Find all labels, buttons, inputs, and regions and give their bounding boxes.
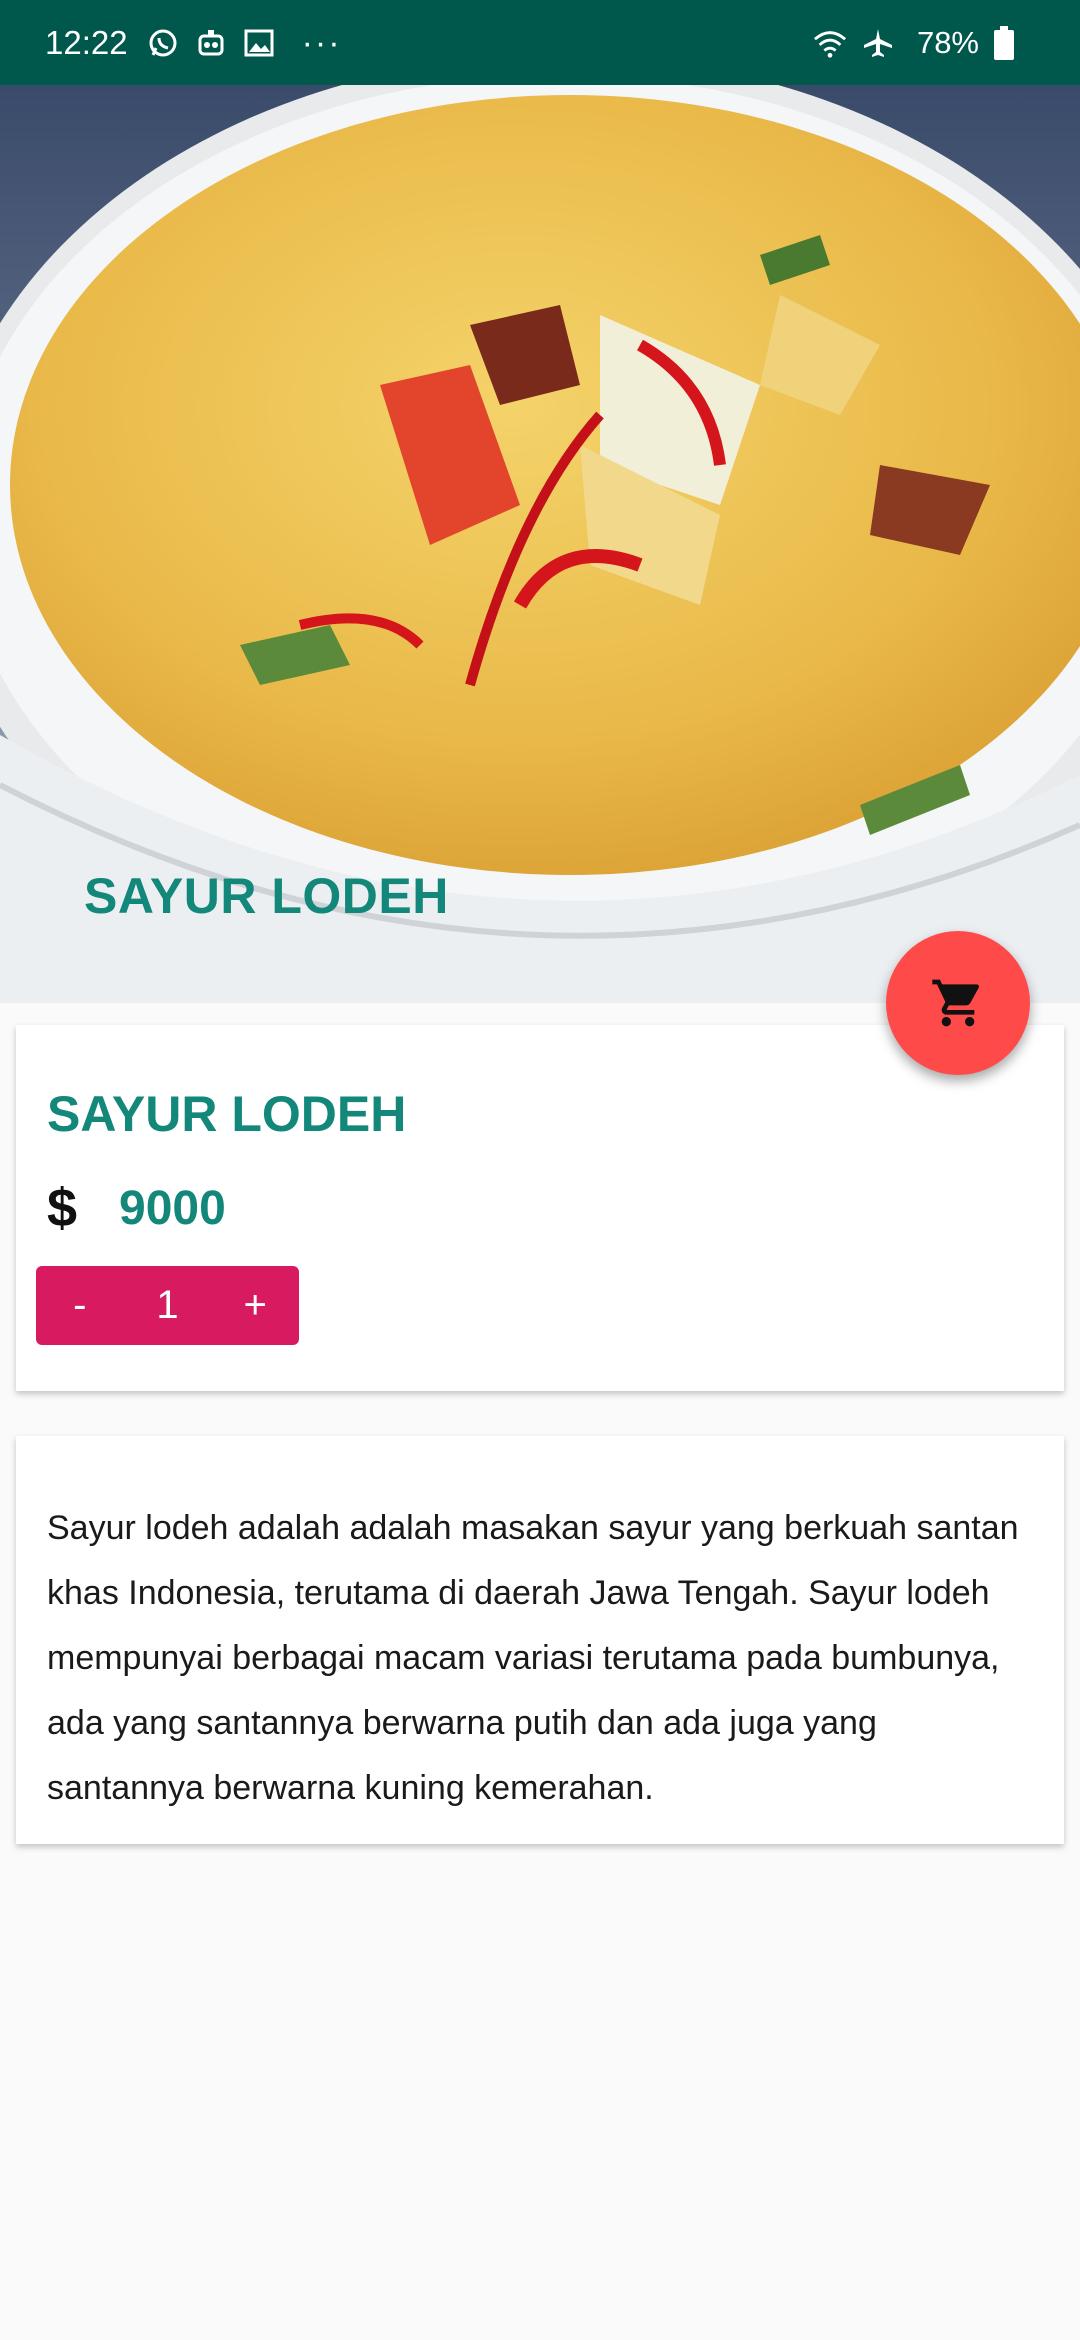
status-bar: 12:22 ··· 78% <box>0 0 1080 85</box>
price-row: $ 9000 <box>47 1177 226 1239</box>
cart-icon <box>932 979 980 1027</box>
description-card: Sayur lodeh adalah adalah masakan sayur … <box>16 1436 1064 1844</box>
battery-percent: 78% <box>916 24 979 60</box>
hero-food-image: SAYUR LODEH <box>0 85 1080 1003</box>
currency-symbol: $ <box>47 1178 78 1238</box>
increment-button[interactable]: + <box>211 1266 299 1345</box>
image-icon <box>242 26 276 60</box>
status-right: 78% <box>813 25 1035 61</box>
product-info-card: SAYUR LODEH $ 9000 - 1 + <box>16 1025 1064 1391</box>
hero-title: SAYUR LODEH <box>84 868 449 924</box>
quantity-value: 1 <box>156 1283 179 1327</box>
price-value: 9000 <box>119 1181 226 1235</box>
decrement-button[interactable]: - <box>36 1266 124 1345</box>
add-to-cart-button[interactable] <box>886 931 1030 1075</box>
status-time: 12:22 <box>45 23 128 61</box>
robot-icon <box>194 26 228 60</box>
quantity-stepper: - 1 + <box>36 1266 299 1345</box>
status-overflow: ··· <box>301 23 342 62</box>
airplane-icon <box>861 26 895 60</box>
product-description: Sayur lodeh adalah adalah masakan sayur … <box>47 1509 1019 1807</box>
product-name: SAYUR LODEH <box>47 1086 407 1142</box>
food-photo <box>0 85 1080 1003</box>
battery-icon <box>987 25 1021 60</box>
whatsapp-icon <box>146 26 180 60</box>
wifi-icon <box>813 26 847 60</box>
status-left: 12:22 ··· <box>45 24 342 62</box>
